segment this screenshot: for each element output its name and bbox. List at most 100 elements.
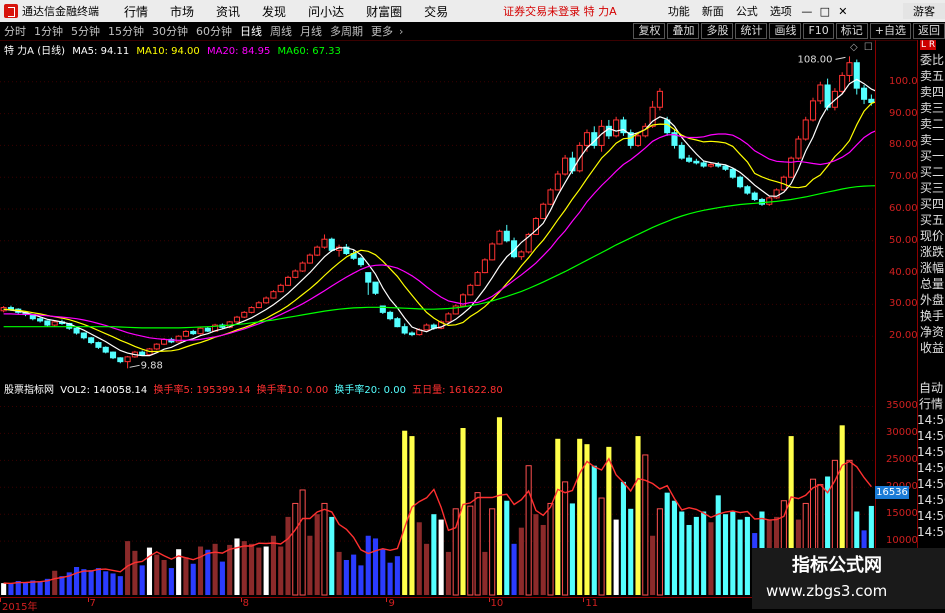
timeframe-9[interactable]: 多周期: [326, 23, 367, 39]
candle: [408, 331, 416, 337]
volume-side-item-4[interactable]: 14:50: [917, 444, 945, 460]
candle: [744, 185, 751, 195]
volume-bar: [299, 489, 306, 596]
candle: [554, 170, 561, 191]
volume-bar: [52, 570, 58, 595]
volume-side-item-7[interactable]: 14:50: [917, 492, 945, 508]
price-chart[interactable]: 108.00 9.88: [0, 40, 875, 378]
candle: [613, 116, 620, 138]
ma10-label: MA10: 94.00: [136, 46, 200, 57]
volume-side-item-1[interactable]: 行情: [917, 396, 945, 412]
volume-bar: [307, 535, 313, 595]
toolbar-button-0[interactable]: 复权: [633, 23, 666, 39]
right-menu: 功能 新面 公式 选项: [662, 3, 798, 19]
menu-item-2[interactable]: 资讯: [205, 3, 251, 20]
toolbar-button-5[interactable]: F10: [803, 23, 834, 39]
volume-bar: [256, 547, 262, 595]
low-price-label: 9.88: [141, 360, 163, 371]
volume-side-item-0[interactable]: 自动: [917, 380, 945, 396]
menu-item-1[interactable]: 市场: [159, 3, 205, 20]
guest-button[interactable]: 游客: [902, 3, 945, 19]
volume-side-item-9[interactable]: 14:50: [917, 524, 945, 540]
volume-side-item-8[interactable]: 14:50: [917, 508, 945, 524]
volume-bar: [650, 535, 656, 595]
more-arrow-icon[interactable]: ›: [399, 25, 403, 38]
volume-bar: [686, 524, 692, 595]
minimize-icon[interactable]: —: [798, 5, 816, 18]
volume-side-item-5[interactable]: 14:50: [917, 460, 945, 476]
candle: [678, 142, 685, 160]
expand-icon[interactable]: ☐: [864, 42, 873, 53]
date-tick-label: 2015年: [2, 602, 38, 613]
volume-bar: [95, 568, 101, 595]
toolbar-button-3[interactable]: 统计: [735, 23, 768, 39]
volume-bar: [219, 561, 225, 595]
menu-item-6[interactable]: 交易: [413, 3, 459, 20]
timeframe-2[interactable]: 5分钟: [67, 23, 104, 39]
volume-bar: [227, 544, 233, 595]
timeframe-8[interactable]: 月线: [296, 23, 326, 39]
close-icon[interactable]: ✕: [834, 5, 852, 18]
hs5-label: 换手率5: 195399.14: [153, 385, 251, 396]
main-legend: 特 力A (日线) MA5: 94.11 MA10: 94.00 MA20: 8…: [4, 42, 341, 57]
right-menu-item-0[interactable]: 功能: [662, 3, 696, 19]
quote-label-1: 卖五: [919, 69, 944, 83]
toolbar-button-1[interactable]: 叠加: [667, 23, 700, 39]
timeframe-7[interactable]: 周线: [266, 23, 296, 39]
volume-bar: [249, 543, 255, 595]
maximize-icon[interactable]: □: [816, 5, 834, 18]
candle: [423, 323, 430, 331]
volume-bar: [190, 563, 196, 595]
candle: [547, 188, 554, 206]
volume-chart[interactable]: [0, 379, 875, 597]
candle: [481, 258, 488, 274]
volume-bar: [693, 516, 699, 595]
quote-label-8: 买三: [919, 181, 944, 195]
volume-bar: [351, 554, 357, 595]
high-price-label: 108.00: [797, 54, 832, 65]
candle: [175, 335, 182, 343]
date-tick-mark: [386, 598, 388, 602]
toolbar-button-2[interactable]: 多股: [701, 23, 734, 39]
toolbar-button-4[interactable]: 画线: [769, 23, 802, 39]
lr-badge[interactable]: L R: [920, 40, 937, 50]
toolbar-button-6[interactable]: 标记: [835, 23, 868, 39]
volume-bar: [263, 546, 269, 595]
volume-bar: [577, 438, 583, 595]
volume-bar: [424, 543, 430, 595]
right-menu-item-3[interactable]: 选项: [764, 3, 798, 19]
candle: [306, 253, 313, 264]
timeframe-0[interactable]: 分时: [0, 23, 30, 39]
watermark: 指标公式网 www.zbgs3.com: [752, 548, 945, 609]
toolbar-button-8[interactable]: 返回: [913, 23, 945, 39]
candle: [394, 317, 401, 328]
volume-side-item-2[interactable]: 14:50: [917, 412, 945, 428]
menu-item-4[interactable]: 问小达: [297, 3, 355, 20]
menu-item-0[interactable]: 行情: [113, 3, 159, 20]
right-menu-item-2[interactable]: 公式: [730, 3, 764, 19]
volume-bar: [474, 492, 481, 596]
timeframe-3[interactable]: 15分钟: [104, 23, 148, 39]
login-notice[interactable]: 证券交易未登录 特 力A: [503, 3, 617, 19]
volume-side-item-6[interactable]: 14:50: [917, 476, 945, 492]
settings-icon[interactable]: ◇: [850, 42, 858, 53]
timeframe-6[interactable]: 日线: [236, 23, 266, 39]
wrl-label: 五日量: 161622.80: [412, 385, 503, 396]
timeframe-5[interactable]: 60分钟: [192, 23, 236, 39]
candle: [387, 310, 394, 321]
timeframe-10[interactable]: 更多: [367, 23, 397, 39]
candle: [365, 272, 372, 295]
vol2-label: VOL2: 140058.14: [60, 385, 148, 396]
volume-side-item-3[interactable]: 14:50: [917, 428, 945, 444]
ma5-label: MA5: 94.11: [72, 46, 130, 57]
timeframe-1[interactable]: 1分钟: [30, 23, 67, 39]
candle: [248, 306, 255, 314]
volume-bar: [431, 514, 437, 595]
menu-item-5[interactable]: 财富圈: [355, 3, 413, 20]
menu-item-3[interactable]: 发现: [251, 3, 297, 20]
timeframe-4[interactable]: 30分钟: [148, 23, 192, 39]
right-menu-item-1[interactable]: 新面: [696, 3, 730, 19]
toolbar-button-7[interactable]: +自选: [869, 23, 911, 39]
volume-bar: [671, 500, 678, 595]
candle: [846, 56, 853, 82]
